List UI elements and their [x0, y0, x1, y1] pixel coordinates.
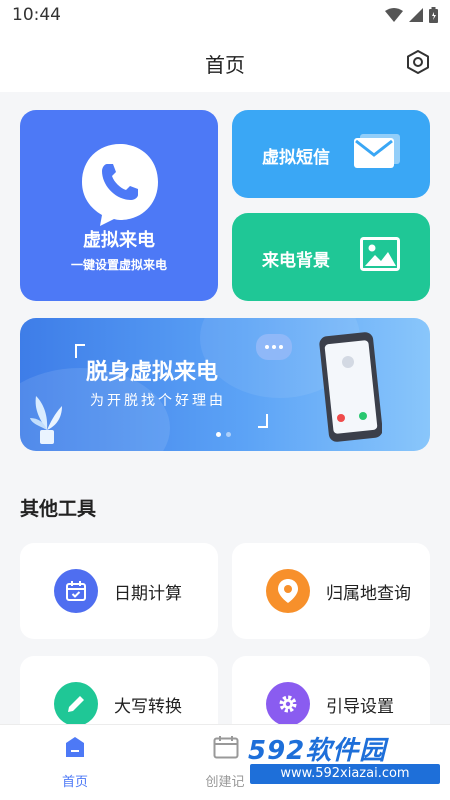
phone-illustration	[319, 332, 382, 442]
watermark-brand: 592软件园	[248, 736, 387, 766]
status-icons	[385, 7, 438, 23]
promo-banner[interactable]: 脱身虚拟来电 为开脱找个好理由	[20, 318, 430, 451]
settings-button[interactable]	[404, 48, 432, 76]
quote-bracket-left	[75, 344, 85, 358]
banner-title: 脱身虚拟来电	[86, 360, 219, 385]
tool-label: 大写转换	[114, 697, 182, 717]
watermark-url: www.592xiazai.com	[250, 764, 440, 784]
tool-guide-settings[interactable]: 引导设置	[232, 656, 430, 724]
carousel-dot[interactable]	[216, 432, 221, 437]
call-background-card[interactable]: 来电背景	[232, 213, 430, 301]
tool-date-calc[interactable]: 日期计算	[20, 543, 218, 639]
pencil-icon	[54, 682, 98, 724]
calendar-icon	[213, 736, 239, 759]
tool-label: 日期计算	[114, 584, 182, 604]
nav-label: 首页	[61, 775, 88, 790]
call-background-label: 来电背景	[262, 251, 330, 271]
app-bar: 首页	[0, 32, 450, 92]
hexagon-settings-icon	[407, 50, 429, 74]
status-bar: 10:44	[0, 0, 450, 32]
virtual-sms-card[interactable]: 虚拟短信	[232, 110, 430, 198]
phone-bubble-icon	[82, 144, 158, 226]
battery-icon	[429, 7, 438, 23]
site-watermark: 592软件园 www.592xiazai.com	[240, 726, 450, 786]
quote-bracket-right	[258, 414, 268, 428]
speech-bubble-icon	[256, 334, 292, 360]
carousel-indicator	[216, 432, 231, 437]
carousel-dot[interactable]	[226, 432, 231, 437]
banner-subtitle: 为开脱找个好理由	[90, 393, 226, 409]
signal-icon	[409, 8, 423, 22]
page-title: 首页	[205, 53, 245, 77]
tool-uppercase-convert[interactable]: 大写转换	[20, 656, 218, 724]
plant-illustration	[30, 396, 62, 444]
virtual-call-title: 虚拟来电	[83, 230, 155, 251]
virtual-call-card[interactable]: 虚拟来电 一键设置虚拟来电	[20, 110, 218, 301]
virtual-call-subtitle: 一键设置虚拟来电	[70, 258, 167, 272]
main-content: 虚拟来电 一键设置虚拟来电 虚拟短信 来电背景 脱身虚拟来电 为开脱找个好理由	[0, 92, 450, 724]
other-tools-title: 其他工具	[20, 498, 97, 520]
gear-icon	[266, 682, 310, 724]
home-icon	[66, 737, 84, 757]
location-pin-icon	[266, 569, 310, 613]
envelope-icon	[354, 134, 400, 168]
wifi-icon	[385, 8, 403, 22]
tool-label: 引导设置	[326, 697, 394, 717]
image-icon	[360, 237, 400, 271]
tool-label: 归属地查询	[326, 584, 411, 604]
nav-item-home[interactable]: 首页	[0, 725, 150, 800]
virtual-sms-label: 虚拟短信	[262, 148, 330, 168]
status-time: 10:44	[12, 5, 61, 25]
calendar-check-icon	[54, 569, 98, 613]
tool-location-query[interactable]: 归属地查询	[232, 543, 430, 639]
